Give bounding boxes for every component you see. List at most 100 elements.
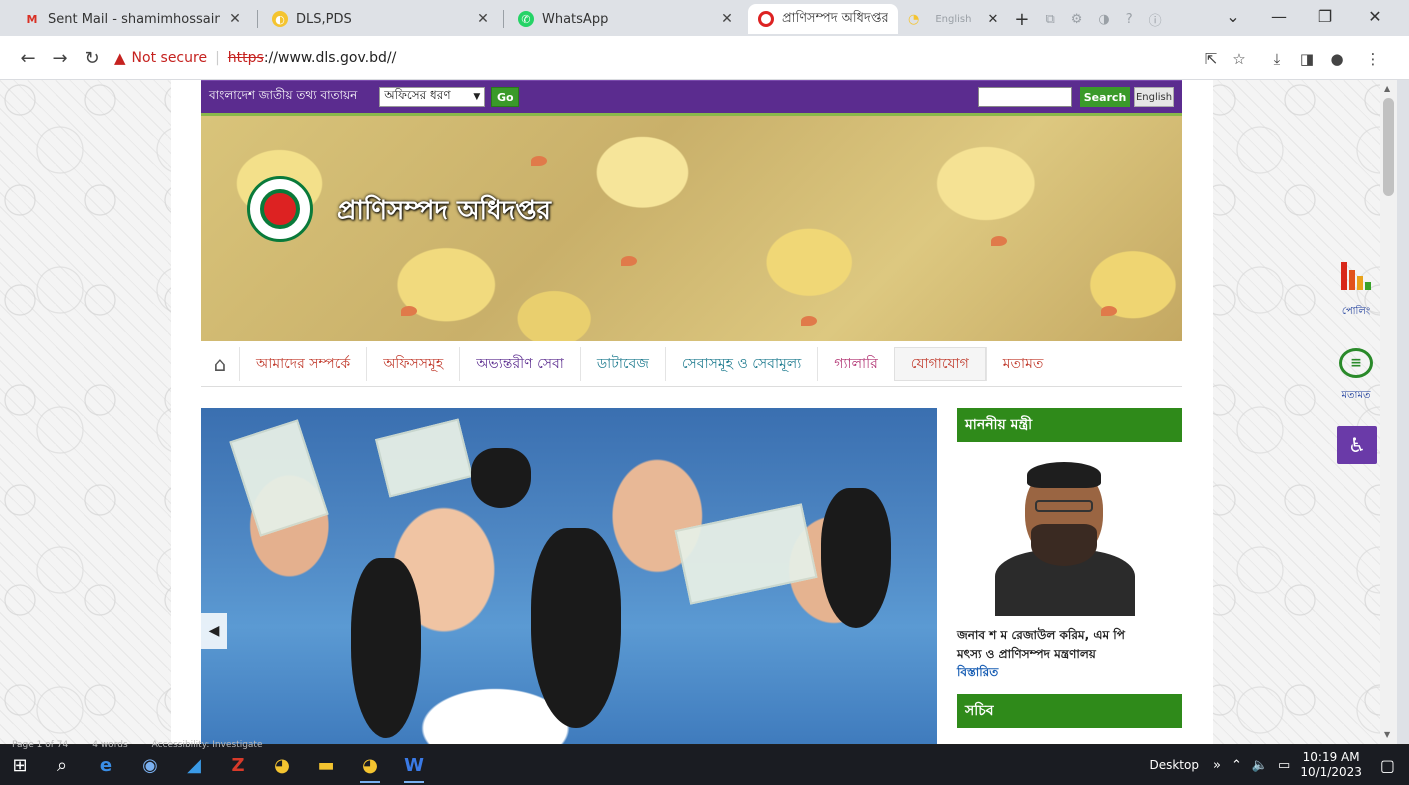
tab-search-icon[interactable]: ⌄ (1210, 0, 1256, 32)
bookmark-star-icon[interactable]: ☆ (1228, 48, 1250, 70)
secretary-heading: সচিব (957, 694, 1182, 728)
search-input[interactable] (978, 87, 1072, 107)
site-banner: প্রাণিসম্পদ অধিদপ্তর (201, 113, 1182, 341)
download-icon[interactable]: ⤓ (1266, 48, 1288, 70)
menu-item-about[interactable]: আমাদের সম্পর্কে (239, 346, 366, 381)
clock-time: 10:19 AM (1302, 750, 1360, 764)
ie-browser-icon[interactable]: e (84, 745, 128, 785)
menu-item-internal-services[interactable]: অভ্যন্তরীণ সেবা (459, 346, 580, 381)
office-type-select[interactable]: অফিসের ধরণ ▼ (379, 87, 486, 107)
system-clock[interactable]: 10:19 AM 10/1/2023 (1300, 750, 1362, 780)
new-tab-icon[interactable]: + (1014, 9, 1029, 30)
network-icon[interactable]: ▭ (1278, 758, 1290, 773)
home-icon[interactable]: ⌂ (201, 341, 239, 387)
minimize-icon[interactable]: — (1256, 0, 1302, 32)
chrome-icon[interactable]: ◕ (260, 745, 304, 785)
chrome-page-icon: ◐ (272, 11, 288, 27)
telegram-icon[interactable]: ◢ (172, 745, 216, 785)
menu-item-offices[interactable]: অফিসসমূহ (366, 346, 459, 381)
windows-taskbar: ⊞ ⌕ e ◉ ◢ Z ◕ ▬ ◕ W Desktop » ⌃ 🔈 ▭ 10:1… (0, 745, 1409, 785)
right-column: মাননীয় মন্ত্রী জনাব শ ম রেজাউল করিম, এম… (957, 408, 1182, 745)
forward-icon[interactable]: → (46, 44, 74, 72)
extension-icon[interactable]: ◔ (908, 12, 919, 27)
accessibility-widget[interactable]: ♿ (1337, 426, 1377, 464)
feedback-widget[interactable]: ≡ মতামত (1334, 348, 1378, 405)
language-button[interactable]: English (1134, 87, 1174, 107)
word-page-count[interactable]: Page 1 of 74 (12, 740, 68, 750)
scroll-down-icon[interactable]: ▼ (1384, 730, 1390, 739)
back-icon[interactable]: ← (14, 44, 42, 72)
overflow-chevron-icon[interactable]: » (1213, 758, 1221, 773)
extension-language-label[interactable]: English (935, 14, 971, 25)
word-icon[interactable]: W (392, 745, 436, 785)
notification-icon[interactable]: ▢ (1380, 756, 1395, 775)
puzzle-icon[interactable]: ⧉ (1045, 12, 1054, 27)
ministry-name: মৎস্য ও প্রাণিসম্পদ মন্ত্রণালয় (957, 647, 1096, 661)
gmail-icon: M (26, 12, 38, 26)
edge-icon[interactable]: ◑ (1098, 12, 1109, 27)
minister-heading: মাননীয় মন্ত্রী (957, 408, 1182, 442)
poll-widget[interactable]: পোলিং (1334, 262, 1378, 321)
chevron-down-icon: ▼ (473, 92, 481, 102)
file-explorer-icon[interactable]: ▬ (304, 745, 348, 785)
profile-avatar-icon[interactable]: ● (1326, 48, 1348, 70)
page-scrollbar[interactable]: ▲ ▼ (1380, 80, 1397, 745)
info-icon[interactable]: ⓘ (1149, 10, 1162, 29)
address-bar[interactable]: ▲ Not secure | https ://www.dls.gov.bd// (114, 42, 1194, 74)
tray-up-icon[interactable]: ⌃ (1231, 758, 1242, 773)
clock-date: 10/1/2023 (1300, 765, 1362, 779)
close-icon[interactable]: ✕ (226, 11, 244, 27)
menu-item-feedback[interactable]: মতামত (985, 346, 1060, 381)
tab-dls-pds[interactable]: ◐ DLS,PDS ✕ (262, 4, 502, 34)
scroll-up-icon[interactable]: ▲ (1384, 84, 1390, 93)
filezilla-icon[interactable]: Z (216, 745, 260, 785)
browser-toolbar: ← → ↻ ▲ Not secure | https ://www.dls.go… (0, 36, 1409, 80)
scrollbar-thumb[interactable] (1383, 98, 1394, 196)
site-page: বাংলাদেশ জাতীয় তথ্য বাতায়ন অফিসের ধরণ … (171, 80, 1213, 745)
word-word-count[interactable]: 4 words (92, 740, 127, 750)
close-window-icon[interactable]: ✕ (1352, 0, 1398, 32)
restore-icon[interactable]: ❐ (1302, 0, 1348, 32)
menu-item-services-fees[interactable]: সেবাসমূহ ও সেবামূল্য (664, 346, 817, 381)
tab-whatsapp[interactable]: ✆ WhatsApp ✕ (508, 4, 746, 34)
side-panel-icon[interactable]: ◨ (1296, 48, 1318, 70)
close-icon[interactable]: ✕ (718, 11, 736, 27)
search-button[interactable]: Search (1080, 87, 1130, 107)
photo-slider[interactable]: ◀ (201, 408, 937, 745)
menu-item-gallery[interactable]: গ্যালারি (817, 346, 894, 381)
menu-item-database[interactable]: ডাটাবেজ (579, 346, 665, 381)
portal-name[interactable]: বাংলাদেশ জাতীয় তথ্য বাতায়ন (209, 87, 357, 107)
desktop-toolbar-label[interactable]: Desktop (1149, 758, 1199, 772)
tab-gmail[interactable]: M Sent Mail - shamimhossainlms@ ✕ (14, 4, 254, 34)
details-link[interactable]: বিস্তারিত (957, 664, 1182, 684)
chat-bubble-icon: ≡ (1339, 348, 1373, 378)
accessibility-icon[interactable]: ♿ (1337, 426, 1377, 464)
tab-separator (257, 10, 258, 28)
reload-icon[interactable]: ↻ (78, 44, 106, 72)
search-icon[interactable]: ⌕ (40, 745, 84, 785)
close-icon[interactable]: ✕ (474, 11, 492, 27)
gear-icon[interactable]: ⚙ (1071, 12, 1083, 27)
word-accessibility[interactable]: Accessibility: Investigate (152, 740, 263, 750)
menu-item-contact[interactable]: যোগাযোগ (893, 346, 986, 381)
share-icon[interactable]: ⇱ (1200, 48, 1222, 70)
security-label[interactable]: Not secure (132, 50, 208, 66)
site-title[interactable]: প্রাণিসম্পদ অধিদপ্তর (337, 190, 551, 234)
warning-icon[interactable]: ▲ (114, 49, 126, 67)
government-seal-logo[interactable] (247, 176, 313, 242)
menu-kebab-icon[interactable]: ⋮ (1362, 48, 1384, 70)
whatsapp-icon: ✆ (518, 11, 534, 27)
speaker-icon[interactable]: 🔈 (1252, 758, 1268, 773)
page-viewport: বাংলাদেশ জাতীয় তথ্য বাতায়ন অফিসের ধরণ … (0, 80, 1380, 745)
slider-prev-button[interactable]: ◀ (201, 613, 227, 649)
bar-chart-icon (1334, 262, 1378, 290)
windows-start-icon[interactable]: ⊞ (0, 745, 40, 785)
extension-overlay: ◔ English ✕ + ⧉ ⚙ ◑ ? ⓘ (900, 6, 1180, 32)
close-icon[interactable]: ✕ (987, 12, 998, 27)
tab-dls-active[interactable]: প্রাণিসম্পদ অধিদপ্তর (748, 4, 898, 34)
go-button[interactable]: Go (491, 87, 520, 107)
chrome-active-icon[interactable]: ◕ (348, 745, 392, 785)
help-icon[interactable]: ? (1126, 12, 1133, 27)
photos-icon[interactable]: ◉ (128, 745, 172, 785)
minister-photo[interactable] (983, 456, 1147, 616)
